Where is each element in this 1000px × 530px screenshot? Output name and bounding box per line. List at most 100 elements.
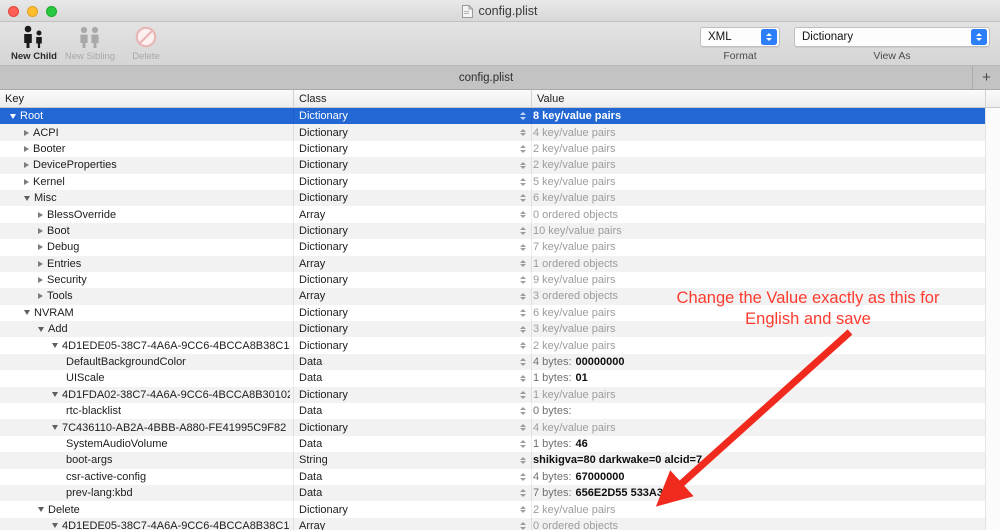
row-value-cell[interactable]: 0 ordered objects [517,518,977,530]
row-class-cell[interactable]: Array [299,206,529,222]
value-stepper-icon[interactable] [517,372,528,385]
table-row[interactable]: DeviceProperties Dictionary 2 key/value pa… [0,157,1000,174]
row-key-cell[interactable]: Boot [38,223,290,239]
row-value-cell[interactable]: 0 ordered objects [517,206,977,222]
row-key-cell[interactable]: ACPI [24,124,290,140]
disclosure-open-icon[interactable] [38,507,44,513]
row-class-cell[interactable]: Dictionary [299,305,529,321]
row-key-cell[interactable]: Misc [24,190,290,206]
value-stepper-icon[interactable] [517,356,528,369]
row-class-cell[interactable]: Dictionary [299,337,529,353]
row-value-cell[interactable]: 2 key/value pairs [517,157,977,173]
row-key-cell[interactable]: boot-args [66,452,290,468]
table-row[interactable]: UIScale Data 1 bytes: 01 [0,370,1000,387]
disclosure-closed-icon[interactable] [38,277,43,284]
table-row[interactable]: ACPI Dictionary 4 key/value pairs [0,124,1000,141]
row-key-cell[interactable]: NVRAM [24,305,290,321]
value-stepper-icon[interactable] [517,388,528,401]
row-key-cell[interactable]: BlessOverride [38,206,290,222]
row-class-cell[interactable]: Dictionary [299,387,529,403]
table-row[interactable]: Debug Dictionary 7 key/value pairs [0,239,1000,256]
new-child-button[interactable]: New Child [6,23,62,62]
value-stepper-icon[interactable] [517,470,528,483]
row-key-cell[interactable]: 4D1FDA02-38C7-4A6A-9CC6-4BCCA8B30102 [52,387,290,403]
row-class-cell[interactable]: Dictionary [299,108,529,124]
row-key-cell[interactable]: rtc-blacklist [66,403,290,419]
table-row[interactable]: Security Dictionary 9 key/value pairs [0,271,1000,289]
row-value-cell[interactable]: 7 key/value pairs [517,239,977,255]
value-stepper-icon[interactable] [517,339,528,352]
vertical-scrollbar[interactable] [985,108,1000,530]
row-value-cell[interactable]: 4 key/value pairs [517,124,977,140]
value-stepper-icon[interactable] [517,159,528,172]
row-key-cell[interactable]: Tools [38,288,290,304]
row-value-cell[interactable]: 1 bytes: 46 [517,436,977,452]
column-header-class[interactable]: Class [294,90,531,108]
row-class-cell[interactable]: Data [299,354,529,370]
row-value-cell[interactable]: 4 bytes: 00000000 [517,354,977,370]
row-value-cell[interactable]: 6 key/value pairs [517,305,977,321]
row-class-cell[interactable]: Dictionary [299,272,529,288]
row-key-cell[interactable]: DeviceProperties [24,157,290,173]
table-row[interactable]: csr-active-config Data 4 bytes: 67000000 [0,468,1000,485]
row-key-cell[interactable]: Security [38,272,290,288]
value-stepper-icon[interactable] [517,274,528,287]
disclosure-open-icon[interactable] [52,343,58,349]
row-key-cell[interactable]: Debug [38,239,290,255]
disclosure-closed-icon[interactable] [24,178,29,185]
row-value-cell[interactable]: 4 key/value pairs [517,419,977,435]
row-key-cell[interactable]: UIScale [66,370,290,386]
row-key-cell[interactable]: Kernel [24,174,290,190]
row-class-cell[interactable]: Data [299,469,529,485]
table-row[interactable]: BlessOverride Array 0 ordered objects [0,206,1000,223]
column-header-key[interactable]: Key [0,90,293,108]
column-divider[interactable] [985,90,986,108]
row-key-cell[interactable]: DefaultBackgroundColor [66,354,290,370]
disclosure-closed-icon[interactable] [24,129,29,136]
value-stepper-icon[interactable] [517,224,528,237]
row-key-cell[interactable]: Booter [24,141,290,157]
row-class-cell[interactable]: Dictionary [299,223,529,239]
row-value-cell[interactable]: 1 ordered objects [517,256,977,272]
disclosure-closed-icon[interactable] [24,162,29,169]
disclosure-open-icon[interactable] [24,310,30,316]
disclosure-open-icon[interactable] [52,425,58,431]
value-stepper-icon[interactable] [517,323,528,336]
table-row[interactable]: Tools Array 3 ordered objects [0,288,1000,305]
table-row[interactable]: Booter Dictionary 2 key/value pairs [0,140,1000,158]
value-stepper-icon[interactable] [517,142,528,155]
row-value-cell[interactable]: 2 key/value pairs [517,141,977,157]
row-value-cell[interactable]: 0 bytes: [517,403,977,419]
row-class-cell[interactable]: Data [299,436,529,452]
row-value-cell[interactable]: 2 key/value pairs [517,501,977,517]
column-header-value[interactable]: Value [532,90,985,108]
row-class-cell[interactable]: Dictionary [299,419,529,435]
row-class-cell[interactable]: Array [299,256,529,272]
table-row[interactable]: 4D1FDA02-38C7-4A6A-9CC6-4BCCA8B30102 Dict… [0,386,1000,404]
table-row[interactable]: SystemAudioVolume Data 1 bytes: 46 [0,435,1000,453]
disclosure-open-icon[interactable] [38,326,44,332]
row-value-cell[interactable]: 2 key/value pairs [517,337,977,353]
disclosure-open-icon[interactable] [24,195,30,201]
format-select[interactable]: XML [700,27,780,47]
row-value-cell[interactable]: 10 key/value pairs [517,223,977,239]
table-row[interactable]: 4D1EDE05-38C7-4A6A-9CC6-4BCCA8B38C14 Dict… [0,337,1000,354]
disclosure-closed-icon[interactable] [38,244,43,251]
view-as-select[interactable]: Dictionary [794,27,990,47]
row-value-cell[interactable]: shikigva=80 darkwake=0 alcid=7 [517,452,977,468]
row-class-cell[interactable]: Dictionary [299,157,529,173]
value-stepper-icon[interactable] [517,438,528,451]
tab-config-plist[interactable]: config.plist [0,66,973,89]
table-row[interactable]: boot-args String shikigva=80 darkwake=0 al… [0,452,1000,469]
value-stepper-icon[interactable] [517,503,528,516]
delete-button[interactable]: Delete [118,23,174,62]
row-key-cell[interactable]: csr-active-config [66,469,290,485]
value-stepper-icon[interactable] [517,519,528,530]
row-key-cell[interactable]: SystemAudioVolume [66,436,290,452]
row-class-cell[interactable]: Data [299,370,529,386]
table-row[interactable]: NVRAM Dictionary 6 key/value pairs [0,304,1000,322]
value-stepper-icon[interactable] [517,241,528,254]
value-stepper-icon[interactable] [517,421,528,434]
row-class-cell[interactable]: Dictionary [299,190,529,206]
add-tab-button[interactable]: + [973,66,1000,89]
